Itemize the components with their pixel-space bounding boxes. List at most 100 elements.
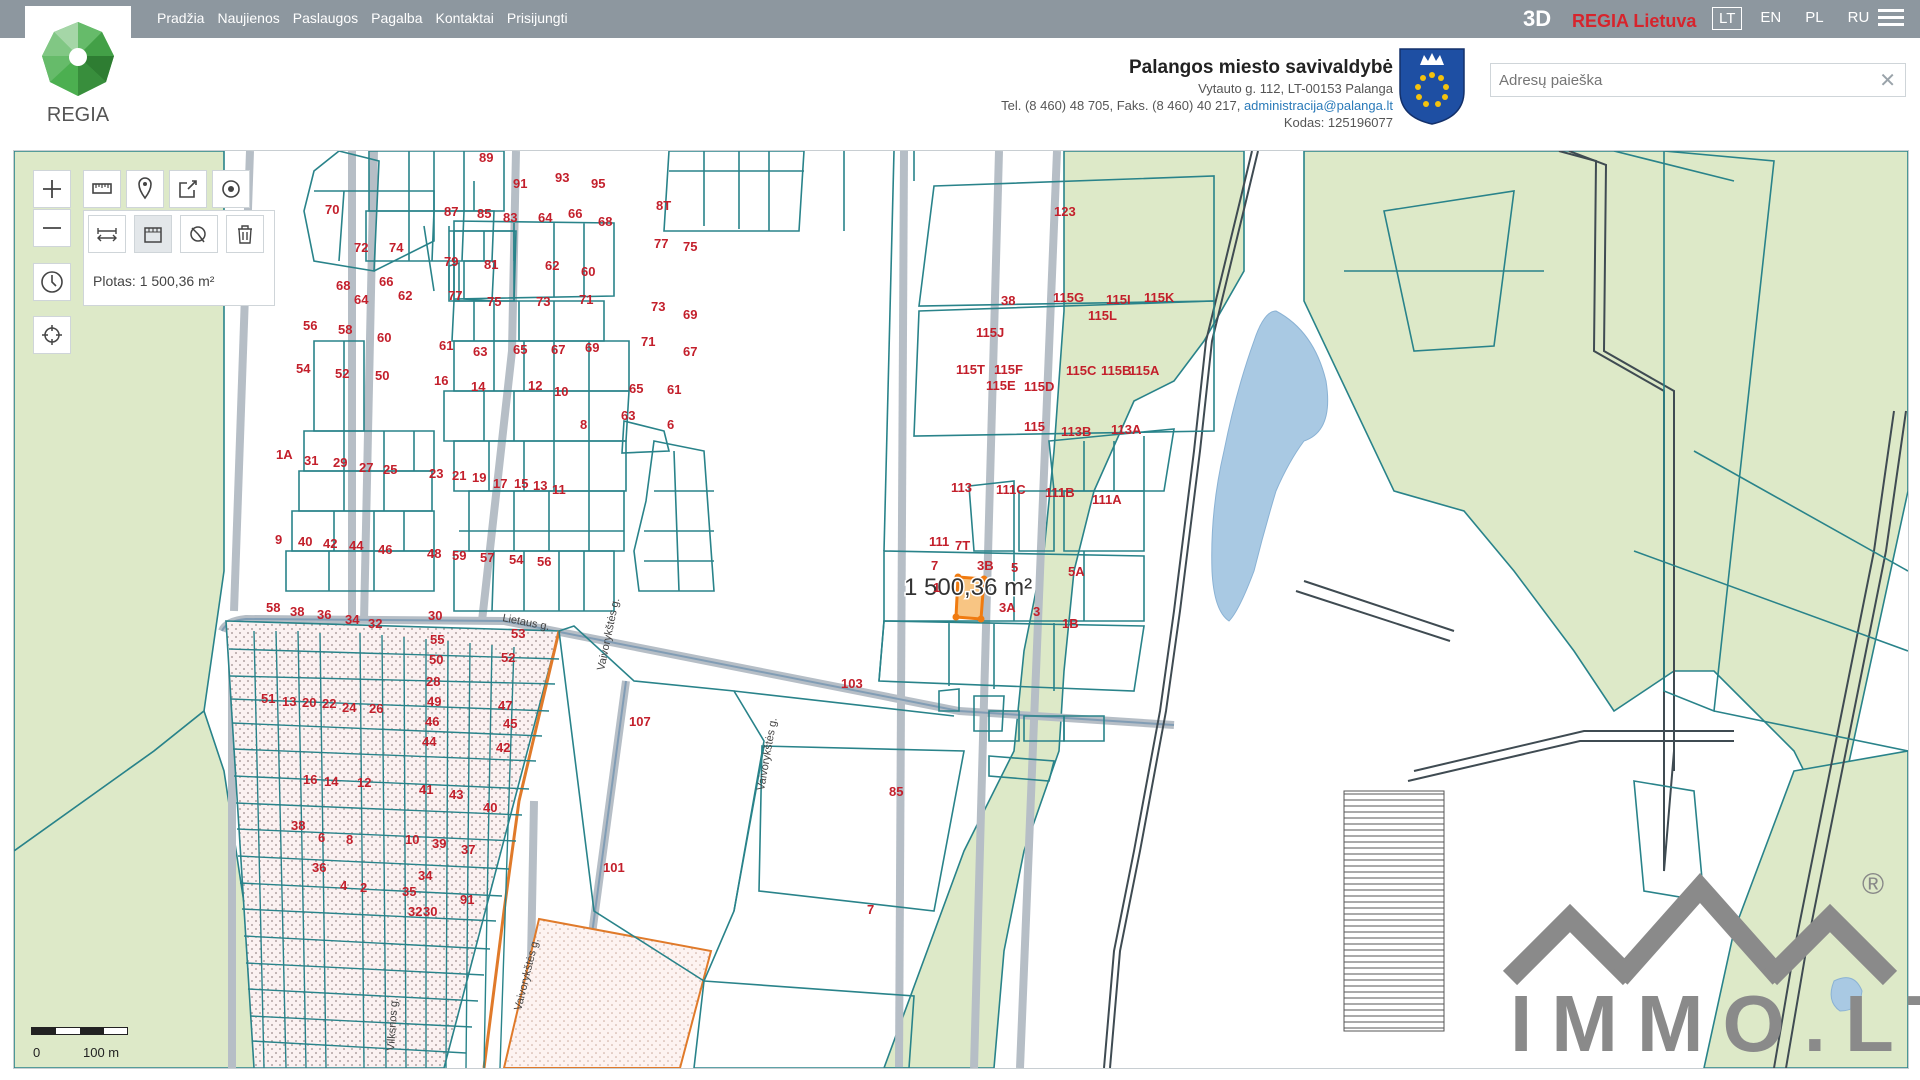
parcel-label: 77 (654, 236, 668, 251)
regia-lietuva-link[interactable]: REGIA Lietuva (1572, 11, 1696, 32)
hamburger-icon[interactable] (1878, 9, 1904, 29)
parcel-label: 115C (1066, 363, 1097, 378)
measure-button[interactable] (83, 170, 121, 208)
parcel-label: 5A (1068, 564, 1085, 579)
history-button[interactable] (33, 263, 71, 301)
measure-distance-button[interactable] (88, 215, 126, 253)
close-icon[interactable]: ✕ (1879, 68, 1896, 93)
nav-item-kontaktai[interactable]: Kontaktai (436, 10, 494, 26)
address-search-input[interactable] (1497, 64, 1861, 96)
zoom-out-button[interactable] (33, 209, 71, 247)
parcel-label: 10 (554, 384, 568, 399)
municipality-email-link[interactable]: administracija@palanga.lt (1244, 98, 1393, 113)
parcel-label: 85 (889, 784, 903, 799)
parcel-label: 56 (303, 318, 317, 333)
parcel-label: 75 (683, 239, 697, 254)
plus-icon (43, 180, 61, 198)
parcel-label: 115A (1129, 363, 1160, 378)
parcel-label: 52 (501, 650, 515, 665)
nav-item-naujienos[interactable]: Naujienos (217, 10, 279, 26)
measure-reset-icon (190, 226, 206, 243)
parcel-label: 47 (498, 698, 512, 713)
parcel-label: 72 (354, 240, 368, 255)
parcel-label: 42 (323, 536, 337, 551)
parcel-label: 107 (629, 714, 651, 729)
parcel-label: 10 (405, 832, 419, 847)
regia-logo[interactable]: REGIA (25, 6, 131, 144)
parcel-label: 45 (503, 716, 517, 731)
coat-of-arms-icon (1399, 48, 1465, 125)
nav-item-pagalba[interactable]: Pagalba (371, 10, 422, 26)
parcel-label: 14 (324, 774, 339, 789)
immo-watermark-text: IMMO.LT (1510, 979, 1920, 1068)
parcel-label: 16 (434, 373, 448, 388)
map-pin-icon (138, 177, 152, 200)
parcel-label: 13 (282, 694, 296, 709)
parcel-label: 67 (683, 344, 697, 359)
parcel-label: 68 (336, 278, 350, 293)
parcel-label: 46 (378, 542, 392, 557)
parcel-label: 37 (461, 842, 475, 857)
parcel-label: 46 (425, 714, 439, 729)
parcel-label: 6 (667, 417, 674, 432)
target-button[interactable] (212, 170, 250, 208)
parcel-label: 3B (977, 558, 994, 573)
nav-item-prisijungti[interactable]: Prisijungti (507, 10, 568, 26)
parcel-label: 30 (428, 608, 442, 623)
parcel-label: 93 (555, 170, 569, 185)
parcel-label: 95 (591, 176, 605, 191)
parcel-label: 85 (477, 206, 491, 221)
lang-lt[interactable]: LT (1712, 7, 1743, 30)
parcel-label: 58 (266, 600, 280, 615)
parcel-label: 115L (1088, 308, 1117, 323)
parcel-label: 79 (444, 254, 458, 269)
parcel-label: 31 (304, 453, 318, 468)
house-roof-logo-icon (1502, 872, 1898, 986)
parcel-label: 5 (1011, 560, 1018, 575)
lang-ru[interactable]: RU (1842, 7, 1876, 30)
parcel-label: 8 (346, 832, 353, 847)
trash-icon (238, 225, 252, 244)
zoom-in-button[interactable] (33, 170, 71, 208)
parcel-label: 69 (683, 307, 697, 322)
marker-button[interactable] (126, 170, 164, 208)
parcel-label: 73 (651, 299, 665, 314)
parcel-label: 58 (338, 322, 352, 337)
parcel-label: 26 (369, 701, 383, 716)
parcel-label: 113 (951, 480, 972, 495)
scale-bar-graphic (31, 1027, 128, 1035)
parcel-label: 55 (430, 632, 444, 647)
parcel-label: 65 (513, 342, 527, 357)
street-name: Vaivorykštės g. (755, 717, 780, 792)
nav-item-paslaugos[interactable]: Paslaugos (293, 10, 358, 26)
delete-button[interactable] (226, 215, 264, 253)
parcel-label: 115F (994, 362, 1023, 377)
measurement-label: 1 500,36 m² (904, 574, 1032, 601)
parcel-label: 111A (1092, 492, 1122, 507)
measure-reset-button[interactable] (180, 215, 218, 253)
lang-en[interactable]: EN (1754, 7, 1787, 30)
hatched-area (1343, 790, 1445, 1032)
ruler-icon (92, 183, 112, 194)
parcel-label: 73 (536, 294, 550, 309)
lang-pl[interactable]: PL (1799, 7, 1829, 30)
parcel-label: 21 (452, 468, 466, 483)
nav-item-pradzia[interactable]: Pradžia (157, 10, 204, 26)
parcel-label: 2 (360, 880, 367, 895)
measure-area-button[interactable] (134, 215, 172, 253)
parcel-label: 3A (999, 600, 1016, 615)
share-button[interactable] (169, 170, 207, 208)
parcel-label: 61 (667, 382, 681, 397)
parcel-label: 50 (429, 652, 443, 667)
3d-button[interactable]: 3D (1523, 6, 1551, 32)
parcel-label: 32 (408, 904, 422, 919)
parcel-label: 36 (312, 860, 326, 875)
parcel-label: 6 (318, 830, 325, 845)
main-nav: Pradžia Naujienos Paslaugos Pagalba Kont… (157, 10, 568, 26)
parcel-label: 23 (429, 466, 443, 481)
locate-button[interactable] (33, 316, 71, 354)
parcel-label: 59 (452, 548, 466, 563)
parcel-label: 36 (317, 607, 331, 622)
parcel-label: 115 (1024, 419, 1045, 434)
municipality-code: Kodas: 125196077 (1283, 115, 1393, 130)
